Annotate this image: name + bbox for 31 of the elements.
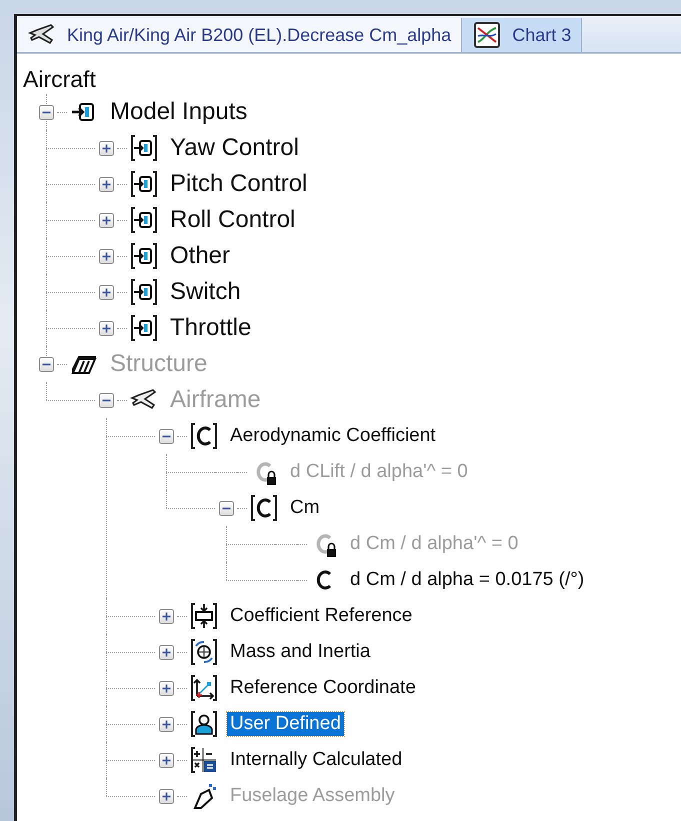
tree-item[interactable]: Other	[167, 241, 234, 271]
tree-item[interactable]: Yaw Control	[167, 133, 302, 163]
input-icon	[129, 169, 159, 199]
tree-item[interactable]: Roll Control	[167, 205, 298, 235]
input-icon	[129, 241, 159, 271]
tree-root[interactable]: Aircraft	[23, 64, 681, 94]
tree-item[interactable]: Throttle	[167, 313, 254, 343]
tree-item[interactable]: Pitch Control	[167, 169, 310, 199]
expand-toggle[interactable]	[98, 212, 114, 228]
coordinate-icon	[189, 673, 219, 703]
coefficient-icon	[189, 421, 219, 451]
input-icon	[129, 205, 159, 235]
document-tab[interactable]: King Air/King Air B200 (EL).Decrease Cm_alpha	[17, 18, 462, 52]
expand-toggle[interactable]	[98, 248, 114, 264]
expand-toggle[interactable]	[98, 176, 114, 192]
input-icon	[129, 277, 159, 307]
expand-toggle[interactable]	[98, 140, 114, 156]
mass-icon	[189, 637, 219, 667]
input-icon	[129, 313, 159, 343]
expand-toggle[interactable]	[98, 320, 114, 336]
reference-icon	[189, 601, 219, 631]
calculator-icon	[189, 745, 219, 775]
coefficient-icon	[249, 493, 279, 523]
expand-toggle[interactable]	[98, 284, 114, 300]
input-icon	[129, 133, 159, 163]
collapse-toggle[interactable]	[38, 104, 54, 120]
tree-item[interactable]: Model Inputs	[107, 97, 250, 127]
document-tab[interactable]: Chart 3	[462, 18, 582, 52]
tree-item[interactable]: Switch	[167, 277, 244, 307]
chart-icon	[472, 20, 502, 50]
user-icon	[189, 709, 219, 739]
